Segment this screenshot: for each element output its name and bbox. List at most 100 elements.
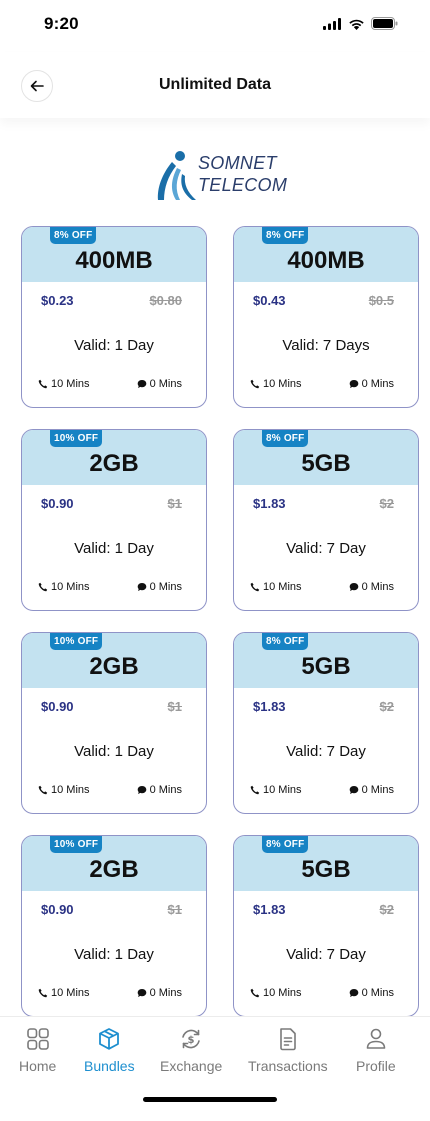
call-minutes-value: 10 Mins (51, 581, 90, 593)
grid-icon (26, 1027, 50, 1051)
nav-item-exchange[interactable]: $ Exchange (160, 1027, 222, 1074)
call-minutes: 10 Mins (250, 581, 302, 593)
minutes-row: 10 Mins 0 Mins (250, 987, 394, 999)
price-row: $1.83 $2 (253, 699, 394, 714)
price-row: $0.90 $1 (41, 699, 182, 714)
bundle-list[interactable]: SOMNET TELECOM 8% OFF 400MB $0.23 $0.80 … (0, 118, 430, 1016)
battery-icon (371, 17, 398, 30)
bundle-card-header: 8% OFF 400MB (22, 227, 206, 282)
data-size: 5GB (301, 855, 351, 883)
call-minutes-value: 10 Mins (263, 581, 302, 593)
validity: Valid: 7 Days (282, 337, 370, 354)
call-minutes-value: 10 Mins (263, 784, 302, 796)
phone-icon (250, 379, 260, 389)
sms-minutes-value: 0 Mins (149, 987, 182, 999)
call-minutes: 10 Mins (38, 987, 90, 999)
sms-minutes-value: 0 Mins (361, 784, 394, 796)
data-size: 400MB (287, 246, 365, 274)
nav-label: Exchange (160, 1058, 223, 1074)
bundle-card[interactable]: 8% OFF 5GB $1.83 $2 Valid: 7 Day 10 Mins… (233, 429, 419, 611)
phone-icon (38, 988, 48, 998)
document-icon (276, 1027, 300, 1051)
bundle-card-header: 10% OFF 2GB (22, 836, 206, 891)
old-price: $2 (379, 699, 394, 714)
bundle-card[interactable]: 10% OFF 2GB $0.90 $1 Valid: 1 Day 10 Min… (21, 835, 207, 1016)
nav-item-home[interactable]: Home (19, 1027, 56, 1074)
discount-badge: 10% OFF (50, 836, 103, 853)
nav-item-profile[interactable]: Profile (356, 1027, 396, 1074)
logo-line-1: SOMNET (198, 153, 277, 173)
price: $1.83 (253, 496, 286, 511)
nav-label: Profile (356, 1058, 396, 1074)
price: $0.90 (41, 496, 74, 511)
logo-text: SOMNET TELECOM (198, 152, 287, 196)
wifi-icon (349, 19, 364, 30)
bundle-card[interactable]: 8% OFF 400MB $0.43 $0.5 Valid: 7 Days 10… (233, 226, 419, 408)
sms-minutes-value: 0 Mins (361, 378, 394, 390)
validity: Valid: 7 Day (286, 946, 366, 963)
price: $1.83 (253, 699, 286, 714)
bundle-card[interactable]: 8% OFF 400MB $0.23 $0.80 Valid: 1 Day 10… (21, 226, 207, 408)
minutes-row: 10 Mins 0 Mins (250, 784, 394, 796)
bundle-card[interactable]: 8% OFF 5GB $1.83 $2 Valid: 7 Day 10 Mins… (233, 632, 419, 814)
nav-item-transactions[interactable]: Transactions (248, 1027, 328, 1074)
call-minutes: 10 Mins (38, 378, 90, 390)
data-size: 5GB (301, 449, 351, 477)
chat-bubble-icon (349, 583, 358, 591)
bundle-card[interactable]: 10% OFF 2GB $0.90 $1 Valid: 1 Day 10 Min… (21, 429, 207, 611)
home-indicator[interactable] (143, 1097, 277, 1102)
minutes-row: 10 Mins 0 Mins (38, 378, 182, 390)
chat-bubble-icon (349, 380, 358, 388)
call-minutes-value: 10 Mins (263, 378, 302, 390)
call-minutes-value: 10 Mins (263, 987, 302, 999)
price-row: $1.83 $2 (253, 902, 394, 917)
bundle-card[interactable]: 8% OFF 5GB $1.83 $2 Valid: 7 Day 10 Mins… (233, 835, 419, 1016)
discount-badge: 8% OFF (262, 633, 309, 650)
discount-badge: 8% OFF (262, 227, 309, 244)
page-title: Unlimited Data (158, 76, 271, 93)
call-minutes: 10 Mins (250, 987, 302, 999)
chat-bubble-icon (137, 380, 146, 388)
bundle-card-header: 8% OFF 400MB (234, 227, 418, 282)
data-size: 5GB (301, 652, 351, 680)
bundle-card-header: 10% OFF 2GB (22, 430, 206, 485)
price: $0.43 (253, 293, 286, 308)
call-minutes: 10 Mins (250, 784, 302, 796)
price-row: $0.90 $1 (41, 496, 182, 511)
price-row: $0.23 $0.80 (41, 293, 182, 308)
price: $0.90 (41, 902, 74, 917)
sms-minutes-value: 0 Mins (361, 581, 394, 593)
status-icons (323, 17, 398, 30)
validity: Valid: 7 Day (286, 540, 366, 557)
sms-minutes: 0 Mins (349, 581, 394, 593)
nav-item-bundles[interactable]: Bundles (84, 1027, 135, 1074)
chat-bubble-icon (137, 989, 146, 997)
old-price: $0.5 (368, 293, 394, 308)
discount-badge: 8% OFF (262, 430, 309, 447)
old-price: $2 (379, 902, 394, 917)
old-price: $1 (167, 699, 182, 714)
nav-label: Transactions (248, 1058, 328, 1074)
discount-badge: 10% OFF (50, 633, 103, 650)
price-row: $1.83 $2 (253, 496, 394, 511)
sms-minutes: 0 Mins (349, 784, 394, 796)
old-price: $2 (379, 496, 394, 511)
data-size: 2GB (89, 449, 139, 477)
phone-icon (38, 582, 48, 592)
validity: Valid: 7 Day (286, 743, 366, 760)
sms-minutes-value: 0 Mins (149, 581, 182, 593)
sms-minutes-value: 0 Mins (149, 784, 182, 796)
bundle-card[interactable]: 10% OFF 2GB $0.90 $1 Valid: 1 Day 10 Min… (21, 632, 207, 814)
status-bar: 9:20 (0, 0, 430, 52)
data-size: 2GB (89, 652, 139, 680)
discount-badge: 8% OFF (262, 836, 309, 853)
somnet-telecom-logo: SOMNET TELECOM (154, 148, 287, 206)
logo-mark-icon (157, 151, 196, 200)
phone-icon (250, 988, 260, 998)
price: $0.23 (41, 293, 74, 308)
sms-minutes: 0 Mins (349, 987, 394, 999)
call-minutes: 10 Mins (38, 784, 90, 796)
old-price: $1 (167, 496, 182, 511)
data-size: 2GB (89, 855, 139, 883)
call-minutes-value: 10 Mins (51, 378, 90, 390)
